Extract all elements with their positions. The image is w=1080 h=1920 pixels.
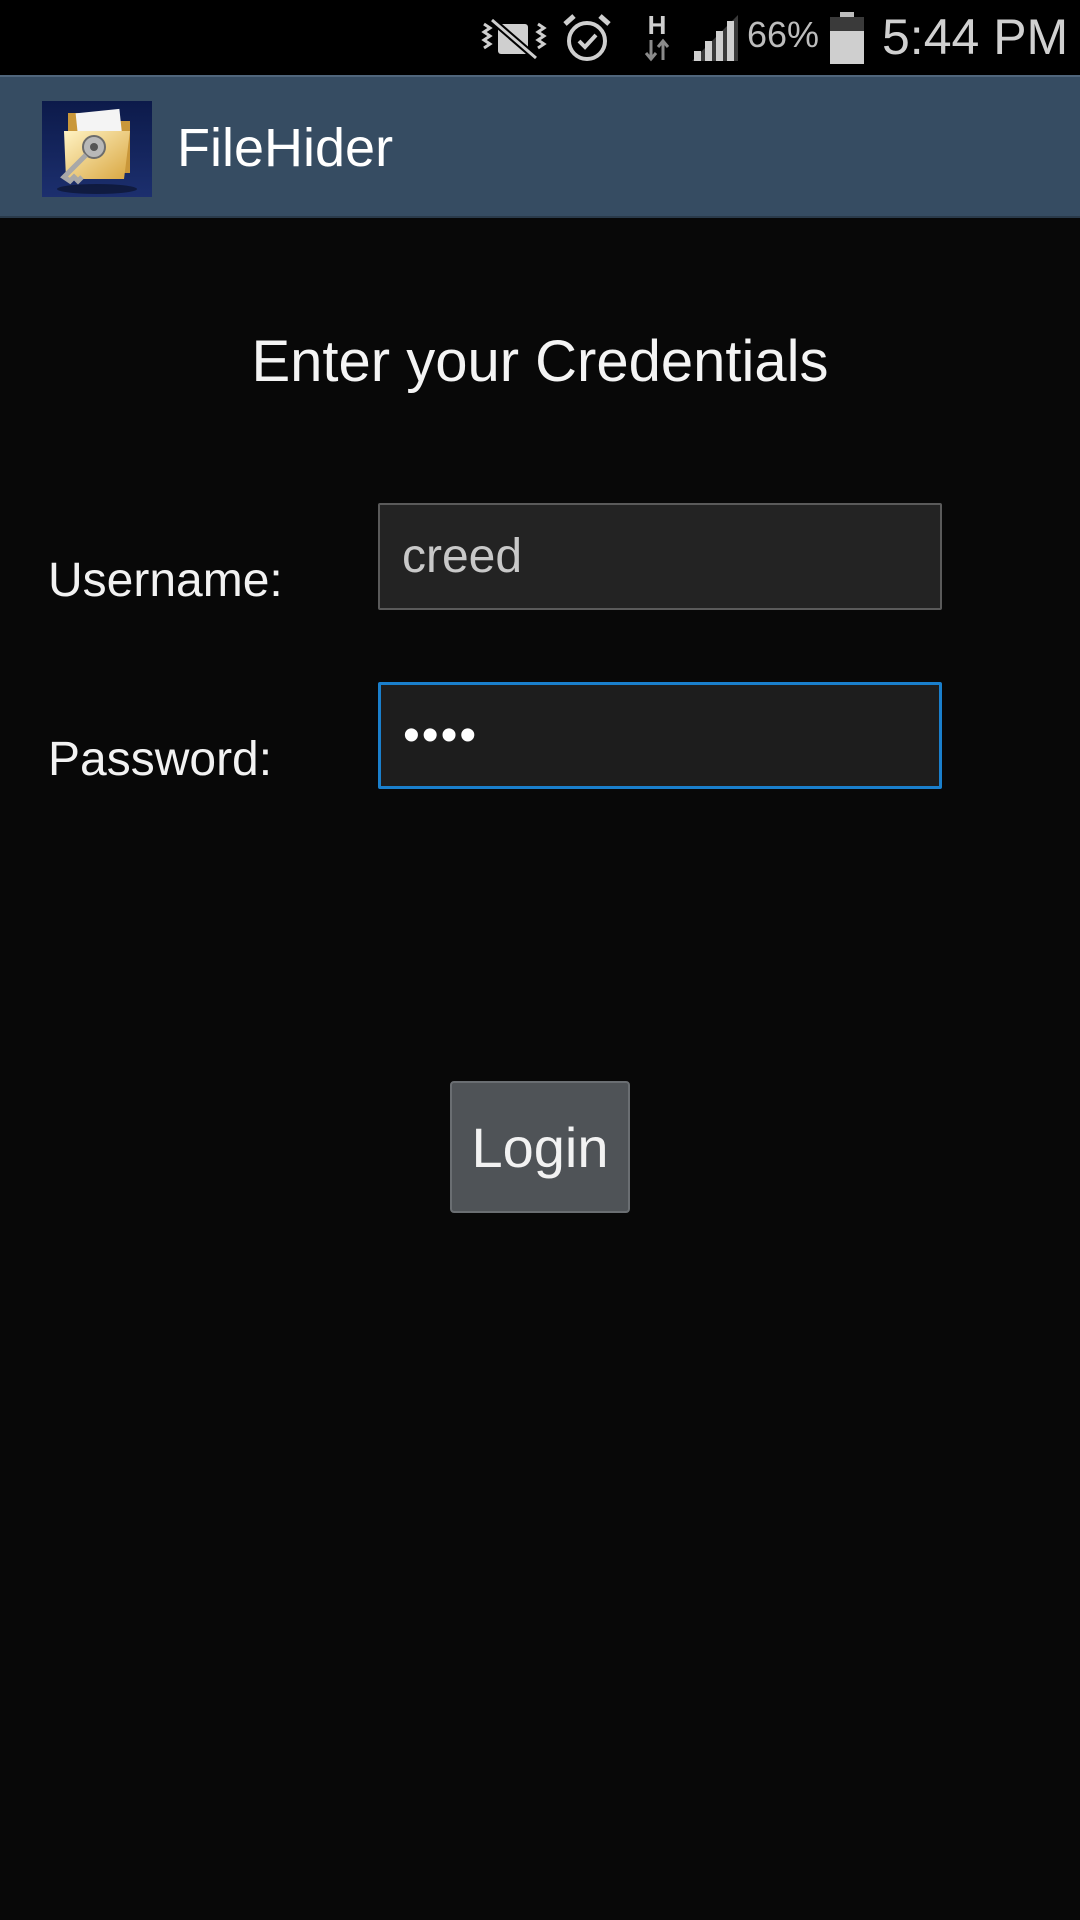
login-button[interactable]: Login [450,1081,630,1213]
alarm-icon [561,0,613,75]
data-h-icon: H [642,0,672,75]
password-field[interactable]: •••• [378,682,942,789]
username-field[interactable]: creed [378,503,942,610]
username-label: Username: [48,554,283,607]
password-label: Password: [48,733,273,786]
clock: 5:44 PM [882,9,1069,65]
app-bar: FileHider [0,75,1080,218]
vibrate-mute-icon [478,0,550,75]
login-button-label: Login [471,1115,609,1179]
username-value: creed [402,530,523,583]
page-title: Enter your Credentials [251,329,829,394]
battery-icon [828,0,866,75]
screen: H 66% 5:44 PM FileHider Enter your Crede… [0,0,1080,1920]
battery-percent: 66% [747,14,820,55]
password-value: •••• [403,709,479,762]
signal-icon [690,0,740,75]
app-folder-key-icon[interactable] [42,101,152,197]
app-title: FileHider [177,118,394,178]
status-bar: H 66% 5:44 PM [0,0,1080,75]
svg-text:H: H [648,10,667,40]
